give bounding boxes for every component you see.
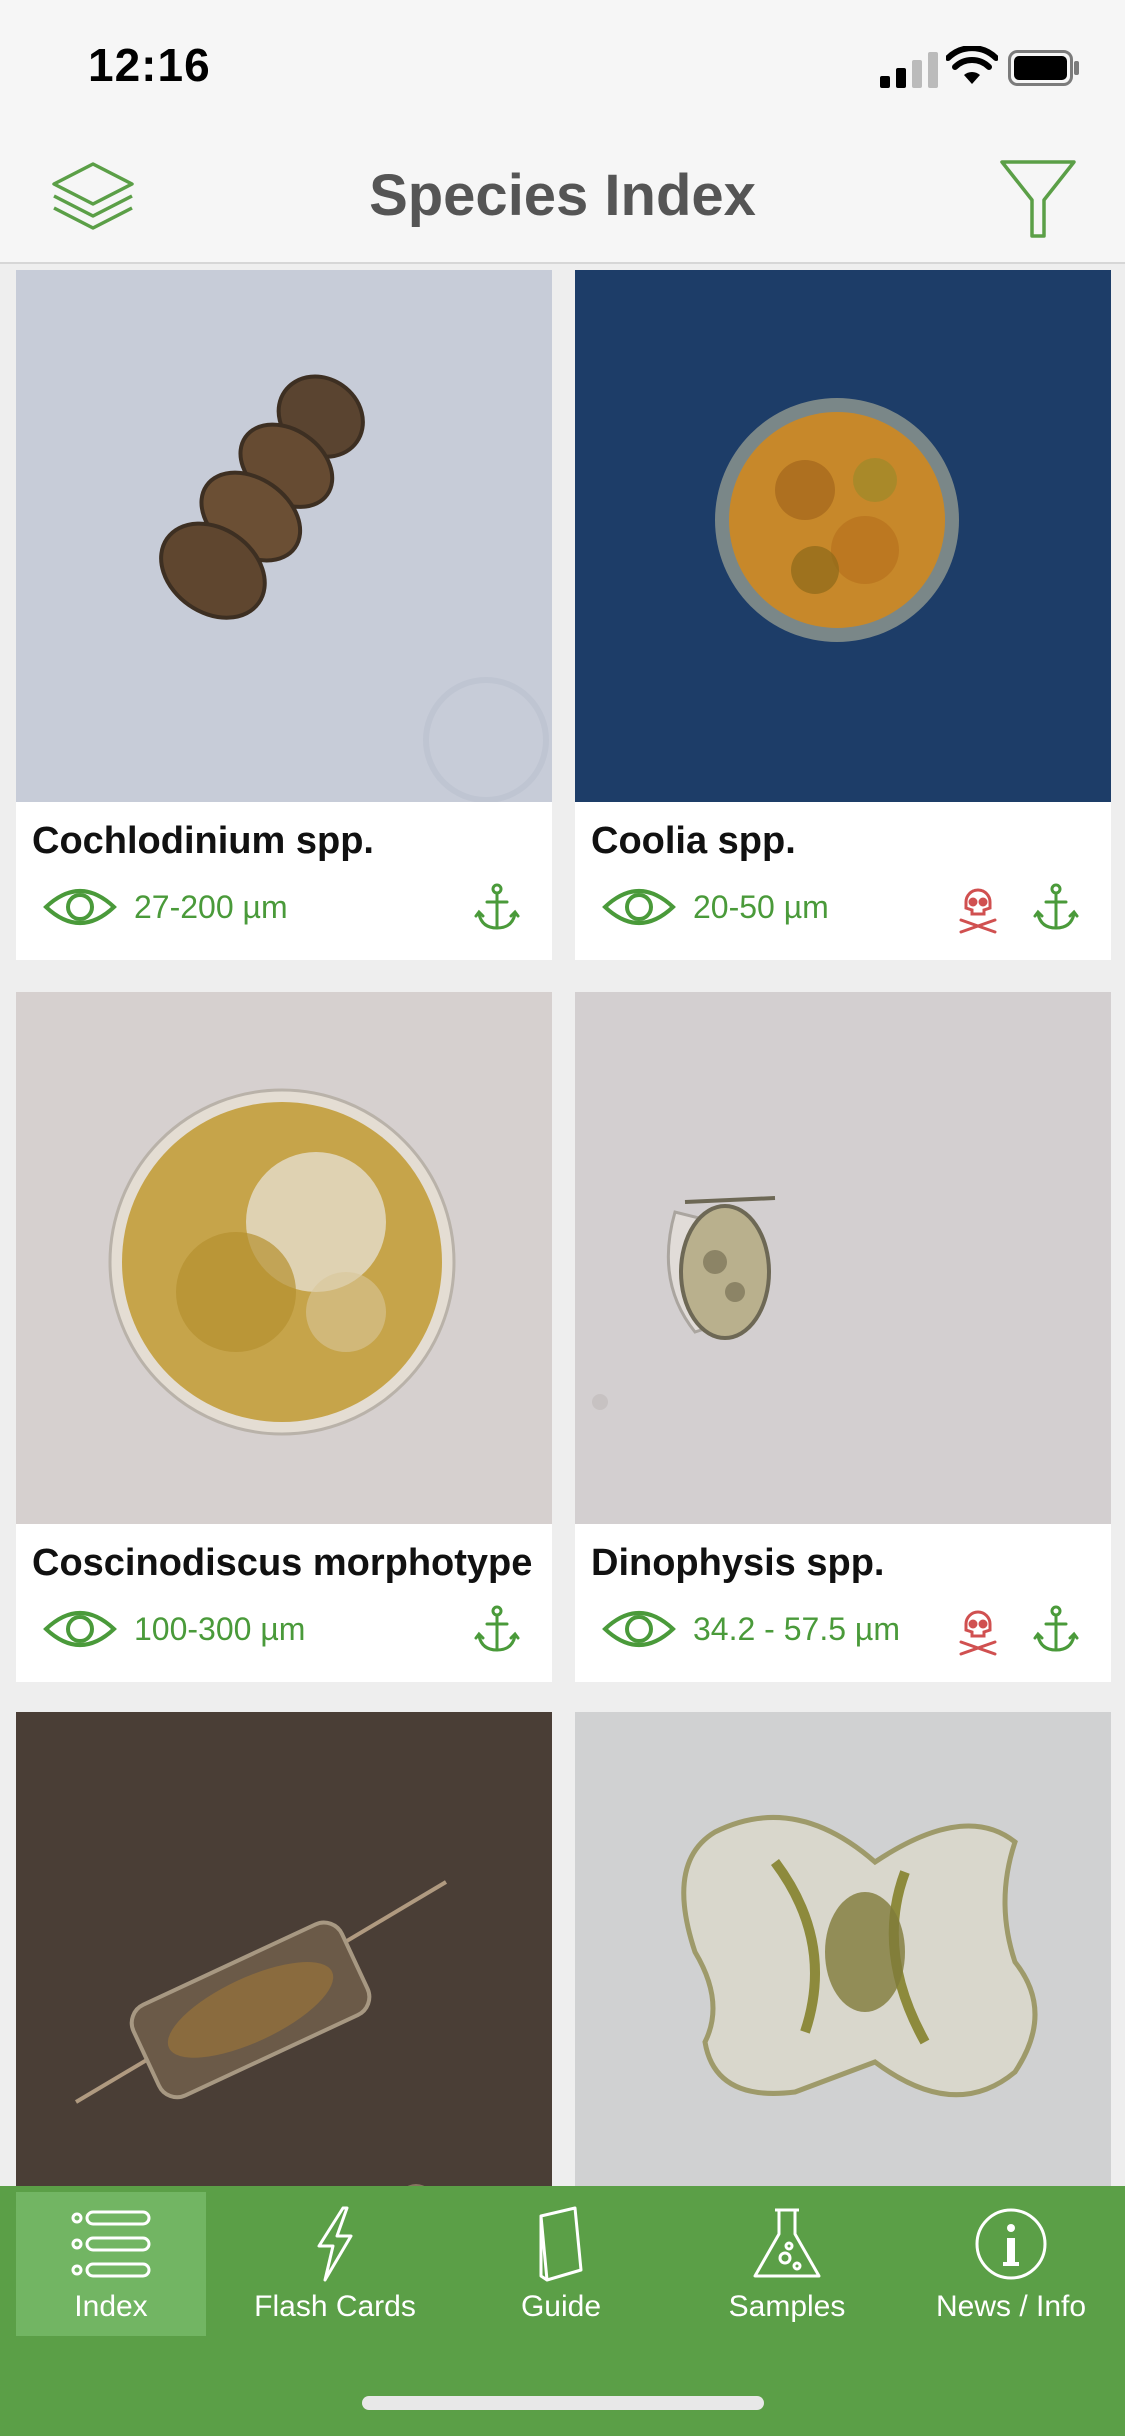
species-card[interactable]: Cochlodinium spp. 27-200 µm [16, 270, 552, 960]
info-icon [975, 2208, 1047, 2280]
anchor-icon [1033, 1605, 1079, 1652]
tab-index[interactable]: Index [16, 2192, 206, 2336]
species-size: 27-200 µm [134, 888, 288, 925]
battery-icon [1008, 50, 1079, 86]
species-size: 100-300 µm [134, 1610, 306, 1647]
species-size: 34.2 - 57.5 µm [693, 1610, 900, 1647]
species-size-row: 27-200 µm [42, 880, 288, 934]
list-icon [71, 2210, 151, 2278]
flask-icon [753, 2208, 821, 2278]
wifi-icon [946, 46, 998, 84]
skull-crossbones-icon [959, 888, 997, 934]
species-size-row: 20-50 µm [601, 880, 829, 934]
cellular-signal-icon [880, 52, 938, 88]
eye-icon [602, 1611, 676, 1647]
page-title: Species Index [369, 163, 756, 228]
home-indicator [362, 2396, 764, 2410]
tab-label: News / Info [935, 2290, 1087, 2323]
eye-icon [43, 889, 117, 925]
species-card[interactable]: Coscinodiscus morphotype 100-300 µm [16, 992, 552, 1682]
species-photo [16, 992, 552, 1524]
anchor-icon [1033, 883, 1079, 930]
book-icon [539, 2206, 583, 2282]
species-size-row: 100-300 µm [42, 1602, 305, 1656]
species-photo [575, 270, 1111, 802]
species-card[interactable]: Dinophysis spp. 34.2 - 57.5 µm [575, 992, 1111, 1682]
species-card[interactable]: Coolia spp. 20-50 µm [575, 270, 1111, 960]
status-time: 12:16 [88, 39, 211, 91]
species-photo [575, 992, 1111, 1524]
tab-label: Samples [728, 2290, 846, 2323]
filter-funnel-icon[interactable] [998, 156, 1078, 240]
eye-icon [602, 889, 676, 925]
tab-news-info[interactable]: News / Info [916, 2192, 1106, 2336]
species-photo [16, 270, 552, 802]
species-photo [575, 1712, 1111, 2186]
species-name: Coolia spp. [591, 820, 796, 862]
species-size: 20-50 µm [693, 888, 829, 925]
tab-label: Guide [520, 2290, 602, 2323]
species-card[interactable] [16, 1712, 552, 2186]
navigation-bar: Species Index [0, 132, 1125, 264]
species-card[interactable] [575, 1712, 1111, 2186]
tab-flash-cards[interactable]: Flash Cards [240, 2192, 430, 2336]
species-name: Coscinodiscus morphotype [32, 1542, 533, 1584]
tab-label: Index [74, 2290, 148, 2323]
anchor-icon [474, 883, 520, 930]
tab-label: Flash Cards [254, 2290, 416, 2323]
screen: 12:16 Species Index Cochlodinium spp. 27… [0, 0, 1125, 2436]
tab-samples[interactable]: Samples [692, 2192, 882, 2336]
species-name: Cochlodinium spp. [32, 820, 374, 862]
species-photo [16, 1712, 552, 2186]
skull-crossbones-icon [959, 1610, 997, 1656]
status-bar: 12:16 [0, 0, 1125, 132]
lightning-icon [317, 2206, 353, 2282]
eye-icon [43, 1611, 117, 1647]
anchor-icon [474, 1605, 520, 1652]
species-name: Dinophysis spp. [591, 1542, 885, 1584]
species-size-row: 34.2 - 57.5 µm [601, 1602, 900, 1656]
tab-guide[interactable]: Guide [466, 2192, 656, 2336]
species-grid: Cochlodinium spp. 27-200 µm Coolia spp. … [0, 270, 1125, 2186]
